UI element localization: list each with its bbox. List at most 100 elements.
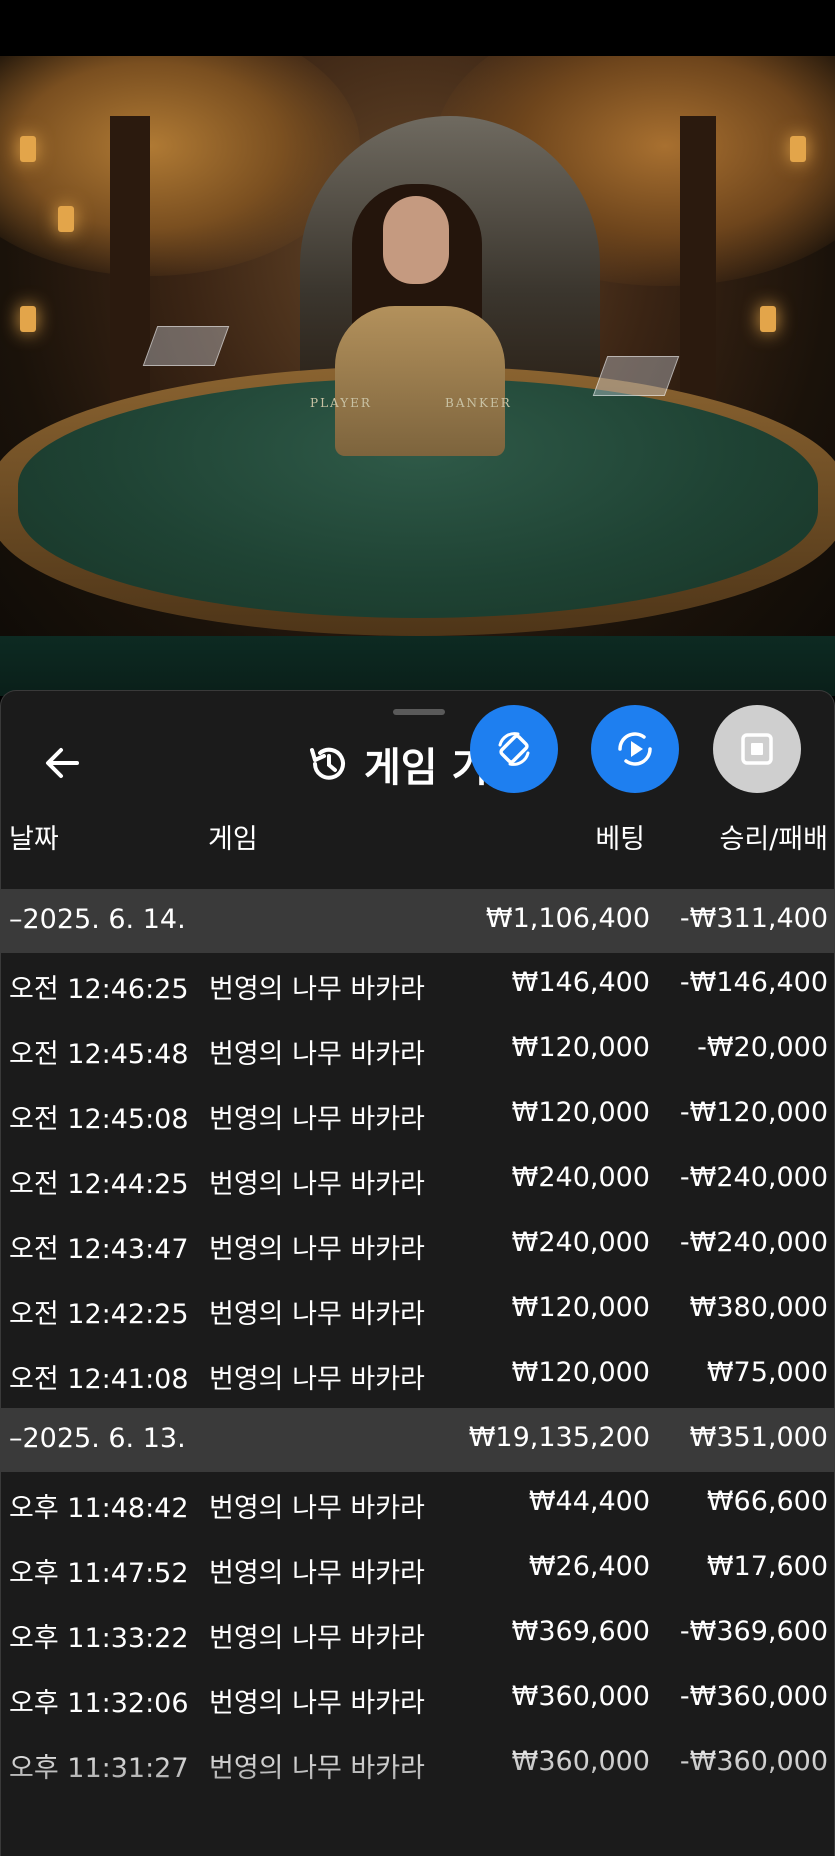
live-dealer-video[interactable]: PLAYER BANKER [0, 56, 835, 696]
row-result: ₩17,600 [706, 1551, 828, 1582]
row-time: 오전 12:43:47 [9, 1234, 189, 1265]
row-bet: ₩120,000 [511, 1292, 650, 1323]
history-clock-icon [310, 747, 345, 780]
table-row[interactable]: 오전 12:42:25 번영의 나무 바카라 ₩120,000 ₩380,000 [1, 1278, 834, 1343]
card-shoe [592, 356, 680, 396]
row-time: 오후 11:33:22 [9, 1623, 189, 1654]
history-list: –2025. 6. 14. ₩1,106,400 -₩311,400 오전 12… [1, 889, 834, 1797]
stop-button[interactable] [713, 705, 801, 793]
row-bet: ₩26,400 [528, 1551, 650, 1582]
status-bar [0, 0, 835, 56]
group-bet-total: ₩1,106,400 [485, 903, 650, 934]
table-row[interactable]: 오전 12:45:48 번영의 나무 바카라 ₩120,000 -₩20,000 [1, 1018, 834, 1083]
row-time: 오후 11:47:52 [9, 1558, 189, 1589]
row-game: 번영의 나무 바카라 [209, 1493, 425, 1524]
drag-handle[interactable] [393, 709, 445, 715]
row-time: 오전 12:41:08 [9, 1364, 189, 1395]
table-row[interactable]: 오후 11:48:42 번영의 나무 바카라 ₩44,400 ₩66,600 [1, 1472, 834, 1537]
row-game: 번영의 나무 바카라 [209, 1688, 425, 1719]
replay-button[interactable] [591, 705, 679, 793]
rotate-button[interactable] [470, 705, 558, 793]
group-date: –2025. 6. 14. [9, 904, 186, 935]
arrow-left-icon [46, 748, 79, 778]
row-game: 번영의 나무 바카라 [209, 1169, 425, 1200]
table-row[interactable]: 오후 11:31:27 번영의 나무 바카라 ₩360,000 -₩360,00… [1, 1732, 834, 1797]
table-row[interactable]: 오전 12:43:47 번영의 나무 바카라 ₩240,000 -₩240,00… [1, 1213, 834, 1278]
row-bet: ₩360,000 [511, 1746, 650, 1777]
card-shoe [142, 326, 230, 366]
row-bet: ₩120,000 [511, 1097, 650, 1128]
dealer-face [383, 196, 449, 284]
replay-play-icon [618, 732, 652, 766]
row-time: 오전 12:42:25 [9, 1299, 189, 1330]
group-result-total: -₩311,400 [679, 903, 828, 934]
stop-square-icon [741, 733, 773, 765]
row-game: 번영의 나무 바카라 [209, 1558, 425, 1589]
table-row[interactable]: 오후 11:32:06 번영의 나무 바카라 ₩360,000 -₩360,00… [1, 1667, 834, 1732]
tree-trunk-right [680, 116, 716, 436]
dealer-body [335, 306, 505, 456]
row-game: 번영의 나무 바카라 [209, 1364, 425, 1395]
rotate-device-icon [498, 732, 530, 766]
row-bet: ₩360,000 [511, 1681, 650, 1712]
col-result: 승리/패배 [719, 824, 828, 855]
table-row[interactable]: 오후 11:33:22 번영의 나무 바카라 ₩369,600 -₩369,60… [1, 1602, 834, 1667]
table-label-player: PLAYER [310, 396, 372, 410]
game-history-panel: 게임 기 날짜 게임 베팅 승리/패배 –2025. 6. 14. ₩1,106… [0, 690, 835, 1856]
tree-trunk-left [110, 116, 150, 436]
lantern-icon [20, 136, 36, 162]
table-row[interactable]: 오전 12:46:25 번영의 나무 바카라 ₩146,400 -₩146,40… [1, 953, 834, 1018]
row-result: -₩369,600 [679, 1616, 828, 1647]
row-game: 번영의 나무 바카라 [209, 1234, 425, 1265]
row-result: -₩360,000 [679, 1746, 828, 1777]
row-bet: ₩369,600 [511, 1616, 650, 1647]
row-result: -₩360,000 [679, 1681, 828, 1712]
col-bet: 베팅 [595, 824, 645, 855]
row-bet: ₩44,400 [528, 1486, 650, 1517]
table-row[interactable]: 오후 11:47:52 번영의 나무 바카라 ₩26,400 ₩17,600 [1, 1537, 834, 1602]
row-time: 오후 11:48:42 [9, 1493, 189, 1524]
row-result: -₩146,400 [679, 967, 828, 998]
row-result: ₩66,600 [706, 1486, 828, 1517]
row-time: 오전 12:46:25 [9, 974, 189, 1005]
table-row[interactable]: 오전 12:41:08 번영의 나무 바카라 ₩120,000 ₩75,000 [1, 1343, 834, 1408]
row-result: ₩380,000 [689, 1292, 828, 1323]
table-row[interactable]: 오전 12:44:25 번영의 나무 바카라 ₩240,000 -₩240,00… [1, 1148, 834, 1213]
row-time: 오전 12:45:48 [9, 1039, 189, 1070]
row-result: -₩120,000 [679, 1097, 828, 1128]
row-time: 오후 11:32:06 [9, 1688, 189, 1719]
table-label-banker: BANKER [445, 396, 512, 410]
page-title-group: 게임 기 [306, 739, 488, 791]
row-game: 번영의 나무 바카라 [209, 1039, 425, 1070]
row-time: 오전 12:45:08 [9, 1104, 189, 1135]
row-bet: ₩240,000 [511, 1162, 650, 1193]
col-date: 날짜 [9, 824, 59, 855]
row-game: 번영의 나무 바카라 [209, 1104, 425, 1135]
row-time: 오후 11:31:27 [9, 1753, 189, 1784]
column-headers: 날짜 게임 베팅 승리/패배 [1, 809, 834, 859]
lantern-icon [20, 306, 36, 332]
date-group-header[interactable]: –2025. 6. 14. ₩1,106,400 -₩311,400 [1, 889, 834, 953]
lantern-icon [58, 206, 74, 232]
col-game: 게임 [208, 824, 258, 855]
group-bet-total: ₩19,135,200 [468, 1422, 650, 1453]
row-result: ₩75,000 [706, 1357, 828, 1388]
floor [0, 636, 835, 696]
date-group-header[interactable]: –2025. 6. 13. ₩19,135,200 ₩351,000 [1, 1408, 834, 1472]
row-bet: ₩146,400 [511, 967, 650, 998]
row-result: -₩240,000 [679, 1227, 828, 1258]
row-bet: ₩120,000 [511, 1032, 650, 1063]
back-button[interactable] [41, 741, 85, 785]
row-time: 오전 12:44:25 [9, 1169, 189, 1200]
row-result: -₩240,000 [679, 1162, 828, 1193]
group-date: –2025. 6. 13. [9, 1423, 186, 1454]
row-result: -₩20,000 [697, 1032, 828, 1063]
table-row[interactable]: 오전 12:45:08 번영의 나무 바카라 ₩120,000 -₩120,00… [1, 1083, 834, 1148]
row-bet: ₩120,000 [511, 1357, 650, 1388]
row-game: 번영의 나무 바카라 [209, 1753, 425, 1784]
group-result-total: ₩351,000 [689, 1422, 828, 1453]
row-game: 번영의 나무 바카라 [209, 1299, 425, 1330]
lantern-icon [760, 306, 776, 332]
row-game: 번영의 나무 바카라 [209, 974, 425, 1005]
lantern-icon [790, 136, 806, 162]
